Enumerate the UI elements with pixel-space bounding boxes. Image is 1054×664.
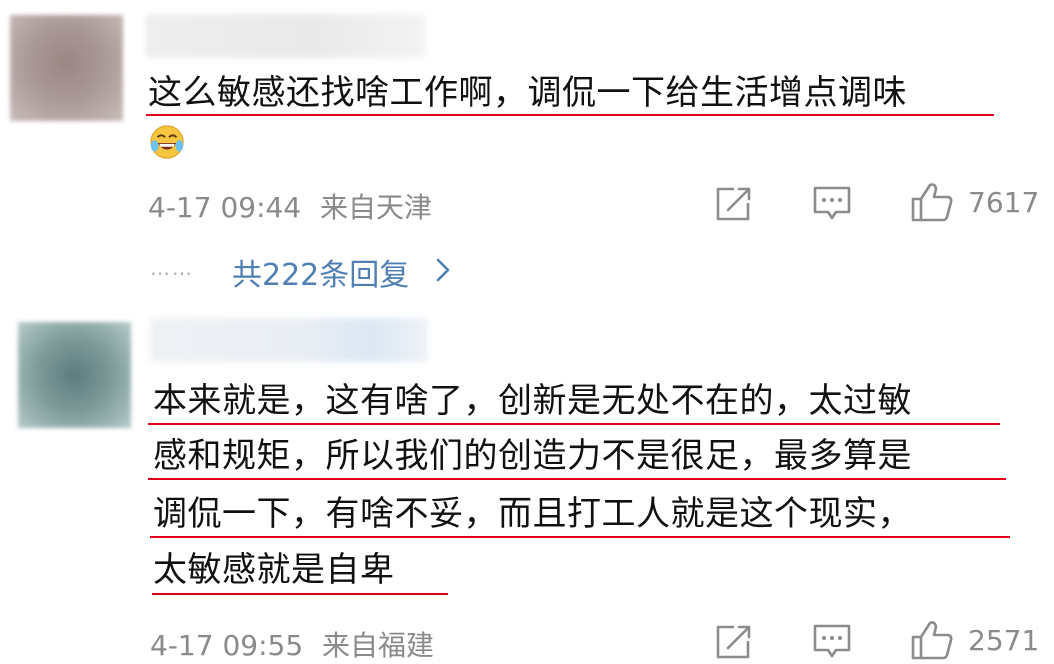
comment-icon[interactable] xyxy=(812,623,852,661)
divider xyxy=(0,300,1054,304)
red-underline xyxy=(148,423,1000,425)
share-icon[interactable] xyxy=(714,186,752,222)
red-underline xyxy=(152,593,448,595)
avatar[interactable] xyxy=(18,322,131,428)
laughing-tears-emoji-icon xyxy=(150,125,184,159)
comment-icon[interactable] xyxy=(812,185,852,223)
comment-time: 4-17 09:55 xyxy=(150,629,304,662)
comment-text-line: 本来就是，这有啥了，创新是无处不在的，太过敏 xyxy=(153,381,912,421)
comment-text-line: 太敏感就是自卑 xyxy=(153,550,395,590)
comment-meta: 4-17 09:55 来自福建 xyxy=(150,624,434,664)
comment-text-line: 调侃一下，有啥不妥，而且打工人就是这个现实， xyxy=(153,494,912,534)
red-underline xyxy=(148,478,1006,480)
chevron-right-icon[interactable] xyxy=(434,257,452,283)
like-count: 2571 xyxy=(968,624,1040,657)
red-underline xyxy=(150,536,1010,538)
replies-dots: …… xyxy=(150,256,194,280)
username-blurred[interactable] xyxy=(150,318,428,362)
like-count: 7617 xyxy=(968,186,1040,219)
thumbs-up-icon[interactable] xyxy=(910,181,954,223)
avatar[interactable] xyxy=(10,15,123,121)
comment-location: 来自福建 xyxy=(322,629,435,662)
comment-meta: 4-17 09:44 来自天津 xyxy=(148,186,432,226)
share-icon[interactable] xyxy=(714,624,752,660)
red-underline xyxy=(146,114,994,116)
comment-time: 4-17 09:44 xyxy=(148,191,302,224)
thumbs-up-icon[interactable] xyxy=(910,619,954,661)
comment-text-line: 这么敏感还找啥工作啊，调侃一下给生活增点调味 xyxy=(148,73,907,113)
username-blurred[interactable] xyxy=(145,14,425,58)
comment-text-line: 感和规矩，所以我们的创造力不是很足，最多算是 xyxy=(153,436,912,476)
view-replies-link[interactable]: 共222条回复 xyxy=(232,250,409,294)
comment-location: 来自天津 xyxy=(320,191,433,224)
